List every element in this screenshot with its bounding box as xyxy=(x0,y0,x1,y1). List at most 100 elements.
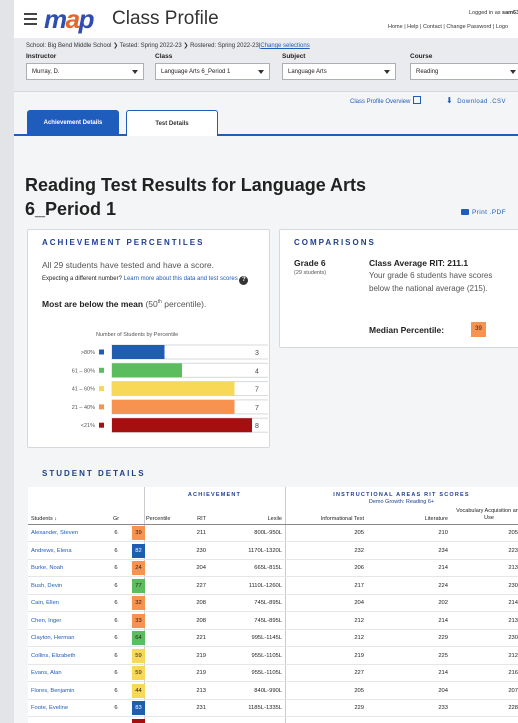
vocabulary-cell: 205 xyxy=(508,530,518,536)
external-link-icon xyxy=(413,96,422,104)
student-name-link[interactable]: Clayton, Herman xyxy=(31,630,75,647)
student-name-link[interactable]: Flores, Benjamin xyxy=(31,683,75,700)
vocabulary-cell: 214 xyxy=(508,600,518,606)
student-name-link[interactable]: Evans, Alan xyxy=(31,665,62,682)
student-name-link[interactable]: Andrews, Elena xyxy=(31,543,72,560)
col-percentile-header[interactable]: Percentile xyxy=(146,516,170,522)
table-row: Foote, Eveline 6 231 1185L-1335L 229 233 228 83 xyxy=(28,700,518,717)
change-selections-link[interactable]: Change selections xyxy=(260,43,309,49)
table-row: Clayton, Herman 6 221 995L-1145L 212 229 230 64 xyxy=(28,630,518,647)
lexile-cell: 955L-1105L xyxy=(251,652,282,659)
learn-more-link[interactable]: Learn more about this data and test scor… xyxy=(124,276,238,282)
chevron-down-icon xyxy=(510,70,516,74)
category-label: 41 – 60% xyxy=(72,387,95,393)
lexile-cell: 800L-950L xyxy=(254,530,282,536)
student-name-link[interactable]: Alexander, Steven xyxy=(31,525,78,542)
rit-cell: 219 xyxy=(196,670,206,676)
student-name-link[interactable]: Chen, Inger xyxy=(31,613,61,630)
student-name-link[interactable]: Cain, Ellen xyxy=(31,595,59,612)
literature-cell: 229 xyxy=(438,635,448,641)
instructor-select[interactable]: Murray, D. xyxy=(26,63,144,80)
comparison-description: Your grade 6 students have scores below … xyxy=(369,271,493,293)
percentile-badge: 77 xyxy=(132,578,145,593)
student-name-link[interactable]: Foote, Eveline xyxy=(31,700,68,717)
percentile-badge: 83 xyxy=(132,701,145,715)
subject-select[interactable]: Language Arts xyxy=(282,63,396,80)
student-name-link[interactable]: Bush, Devin xyxy=(31,578,62,595)
instructor-label: Instructor xyxy=(26,53,57,60)
class-select[interactable]: Language Arts 6_Period 1 xyxy=(155,63,270,80)
literature-cell: 214 xyxy=(438,617,448,624)
percentile-badge: 44 xyxy=(132,683,145,698)
hamburger-menu-icon[interactable] xyxy=(24,13,37,28)
course-select[interactable]: Reading xyxy=(410,63,518,80)
literature-cell: 202 xyxy=(438,600,448,606)
rit-cell: 211 xyxy=(196,530,206,536)
print-pdf-link[interactable]: Print .PDF xyxy=(461,209,506,216)
rit-cell: 230 xyxy=(196,547,206,554)
achievement-group-header: ACHIEVEMENT xyxy=(187,492,242,498)
download-csv-link[interactable]: ⬇ Download .CSV xyxy=(446,96,506,105)
map-logo[interactable]: map xyxy=(44,4,95,35)
student-name-link[interactable]: Collins, Elizabeth xyxy=(31,648,75,665)
grade-cell: 6 xyxy=(114,705,118,711)
vocabulary-cell: 213 xyxy=(508,617,518,624)
grade-cell: 6 xyxy=(114,670,118,676)
vocabulary-cell: 207 xyxy=(508,687,518,694)
literature-cell: 180 xyxy=(380,718,448,723)
col-rit-header[interactable]: RIT xyxy=(178,516,206,522)
vocabulary-cell: 230 xyxy=(508,582,518,589)
literature-cell: 234 xyxy=(438,547,448,554)
informational-cell: 206 xyxy=(354,565,364,571)
col-lexile-header[interactable]: Lexile xyxy=(224,516,282,522)
student-name-link[interactable]: Hampton, Brendan xyxy=(31,718,80,723)
lexile-cell: 995L-1145L xyxy=(251,635,282,641)
help-icon[interactable]: ? xyxy=(239,276,249,285)
app-header: map Class Profile Logged in as sam63dat … xyxy=(14,0,518,38)
percentile-badge: 59 xyxy=(132,666,145,680)
percentile-badge: 33 xyxy=(132,613,145,628)
lexile-cell: 1185L-1335L xyxy=(248,705,282,711)
percentile-badge: 59 xyxy=(132,648,145,663)
expecting-note: Expecting a different number? Learn more… xyxy=(42,275,272,285)
tab-test-details[interactable]: Test Details xyxy=(126,110,218,136)
literature-cell: 225 xyxy=(438,652,448,659)
informational-cell: 212 xyxy=(354,635,364,641)
percentile-badge: 5 xyxy=(132,718,145,723)
tab-achievement-details[interactable]: Achievement Details xyxy=(27,110,119,136)
legend-swatch xyxy=(99,349,104,355)
percentile-bar-chart: >80% 3 61 – 80% 4 41 – 60% 7 21 – 40% 7 <21% 8 xyxy=(72,344,268,433)
rit-cell: 231 xyxy=(196,705,206,711)
chevron-down-icon xyxy=(258,70,264,74)
subject-label: Subject xyxy=(282,53,306,60)
bar-value-label: 7 xyxy=(255,405,259,412)
student-name-link[interactable]: Burke, Noah xyxy=(31,560,63,577)
col-literature-header[interactable]: Literature xyxy=(380,516,448,522)
bar-value-label: 4 xyxy=(255,368,259,375)
median-percentile-label: Median Percentile: xyxy=(369,325,445,335)
browser-left-edge xyxy=(0,0,14,723)
col-vocabulary-header[interactable]: Vocabulary Acquisition and Use xyxy=(456,508,518,522)
percentile-badge: 32 xyxy=(132,596,145,610)
bar xyxy=(112,418,252,433)
col-informational-header[interactable]: Informational Text xyxy=(298,516,364,522)
percentile-badge: 24 xyxy=(132,561,145,575)
student-count: (29 students) xyxy=(294,270,327,276)
percentile-badge: 39 xyxy=(132,526,145,540)
informational-cell: 232 xyxy=(354,547,364,554)
rit-cell: 213 xyxy=(196,687,206,694)
vocabulary-cell: 213 xyxy=(508,565,518,571)
col-students-header[interactable]: Students ↓ xyxy=(31,516,57,522)
informational-cell: 227 xyxy=(354,670,364,676)
rit-cell: 221 xyxy=(196,635,206,641)
rit-cell: 219 xyxy=(196,652,206,659)
vocabulary-cell: 216 xyxy=(508,670,518,676)
filter-bar: School: Big Bend Middle School ❯ Tested:… xyxy=(14,38,518,92)
top-nav-links[interactable]: Home | Help | Contact | Change Password … xyxy=(388,24,508,30)
category-label: >80% xyxy=(81,350,95,356)
class-profile-overview-link[interactable]: Class Profile Overview xyxy=(350,96,422,105)
median-percentile-badge: 39 xyxy=(471,322,486,337)
col-gr-header[interactable]: Gr xyxy=(111,516,121,522)
rit-cell: 189 xyxy=(178,718,206,723)
lexile-cell: 1170L-1320L xyxy=(248,547,282,554)
